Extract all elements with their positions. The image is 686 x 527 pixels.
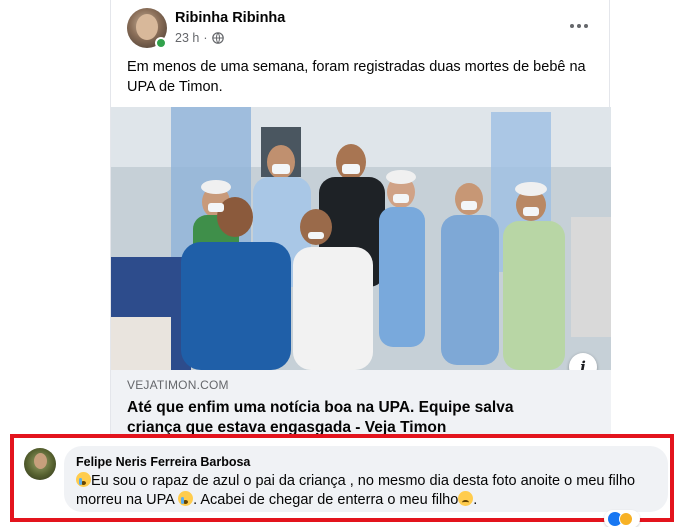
link-preview-caption[interactable]: VEJATIMON.COM Até que enfim uma notícia … (111, 370, 611, 440)
author-name[interactable]: Ribinha Ribinha (175, 10, 285, 26)
haha-reaction-icon (619, 512, 633, 526)
more-options-icon[interactable] (565, 14, 593, 38)
post-header: Ribinha Ribinha 23 h · (111, 0, 611, 56)
comment-bubble: Felipe Neris Ferreira Barbosa Eu sou o r… (64, 446, 668, 512)
post-text: Em menos de uma semana, foram registrada… (127, 59, 586, 95)
globe-icon (211, 32, 224, 44)
comment-text: Eu sou o rapaz de azul o pai da criança … (76, 472, 636, 508)
link-domain: VEJATIMON.COM (127, 378, 229, 392)
crying-emoji-icon (76, 472, 91, 487)
comment-author[interactable]: Felipe Neris Ferreira Barbosa (76, 455, 250, 469)
post-timestamp[interactable]: 23 h (175, 31, 199, 45)
comment-reactions[interactable] (604, 510, 640, 527)
post-card: Ribinha Ribinha 23 h · Em menos de uma s… (110, 0, 611, 440)
online-status-dot (155, 37, 167, 49)
crying-emoji-icon (178, 491, 194, 506)
comment-text-part2: . Acabei de chegar de enterra o meu filh… (193, 492, 459, 508)
highlighted-comment: Felipe Neris Ferreira Barbosa Eu sou o r… (10, 434, 674, 527)
feed-gutter-right (612, 0, 686, 440)
group-photo (111, 107, 611, 370)
feed-gutter-left (0, 0, 110, 440)
meta-separator: · (203, 31, 208, 45)
link-title[interactable]: Até que enfim uma notícia boa na UPA. Eq… (127, 398, 567, 438)
sad-emoji-icon (458, 491, 474, 506)
post-meta: 23 h · (175, 31, 224, 45)
link-preview-image[interactable]: i (111, 107, 611, 370)
commenter-avatar[interactable] (24, 448, 56, 480)
